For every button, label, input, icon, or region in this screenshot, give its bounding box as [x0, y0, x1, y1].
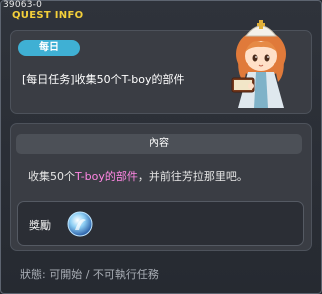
quest-name: [每日任务]收集50个T-boy的部件: [22, 73, 185, 86]
content-text: 收集50个T-boy的部件，并前往芳拉那里吧。: [28, 168, 248, 184]
crystal-orb-icon[interactable]: [66, 210, 94, 238]
daily-badge: 每日: [18, 40, 80, 56]
quest-id-label: 39063-0: [3, 0, 43, 10]
content-text-highlight: T-boy的部件: [75, 170, 138, 183]
content-text-after: ，并前往芳拉那里吧。: [137, 170, 248, 183]
quest-status: 狀態: 可開始 / 不可執行任務: [20, 268, 159, 281]
content-header: 內容: [16, 134, 302, 154]
npc-portrait-icon: [231, 20, 286, 108]
reward-box: [17, 201, 304, 246]
content-text-before: 收集50个: [28, 170, 75, 183]
window-title: QUEST INFO: [12, 10, 84, 21]
reward-label: 獎勵: [29, 219, 51, 232]
